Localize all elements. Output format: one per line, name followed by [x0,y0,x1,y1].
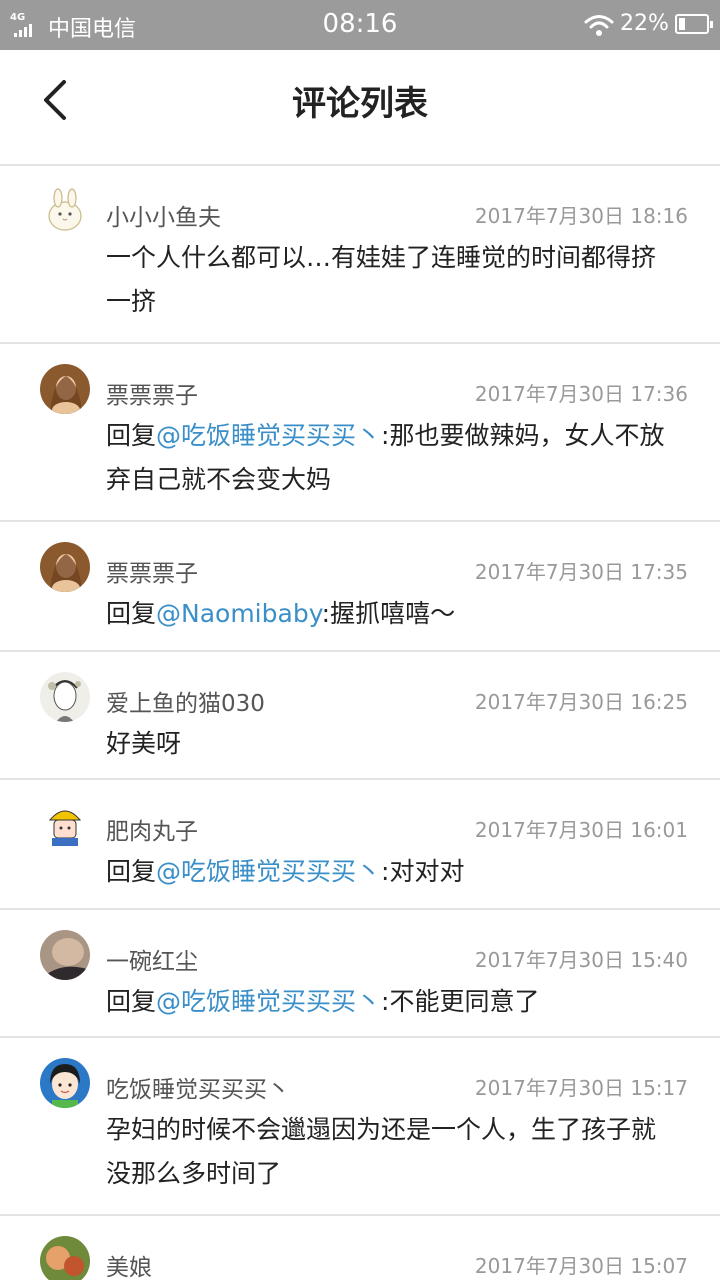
avatar[interactable] [40,672,90,722]
comment-item[interactable]: 爱上鱼的猫030 2017年7月30日 16:25 好美呀 [0,652,720,780]
comment-item[interactable]: 一碗红尘 2017年7月30日 15:40 回复@吃饭睡觉买买买丶:不能更同意了 [0,910,720,1038]
comment-content: 对对对 [389,857,465,886]
comment-content: 孕妇的时候不会邋遢因为还是一个人，生了孩子就没那么多时间了 [106,1115,657,1188]
comment-text: 孕妇的时候不会邋遢因为还是一个人，生了孩子就没那么多时间了 [106,1108,676,1196]
battery-fill [679,18,685,30]
comment-item[interactable]: 美娘 2017年7月30日 15:07 [0,1216,720,1280]
comment-text: 回复@吃饭睡觉买买买丶:对对对 [106,850,676,894]
reply-label: 回复 [106,857,157,886]
comment-author[interactable]: 票票票子 [106,376,198,410]
comment-item[interactable]: 票票票子 2017年7月30日 17:35 回复@Naomibaby:握抓嘻嘻～ [0,522,720,652]
reply-separator: : [321,599,331,628]
comment-item[interactable]: 肥肉丸子 2017年7月30日 16:01 回复@吃饭睡觉买买买丶:对对对 [0,780,720,910]
comment-time: 2017年7月30日 17:36 [474,382,688,406]
comment-item[interactable]: 吃饭睡觉买买买丶 2017年7月30日 15:17 孕妇的时候不会邋遢因为还是一… [0,1038,720,1216]
comment-text: 一个人什么都可以…有娃娃了连睡觉的时间都得挤一挤 [106,236,676,324]
reply-mention[interactable]: @Naomibaby [156,599,322,628]
comment-item[interactable]: 票票票子 2017年7月30日 17:36 回复@吃饭睡觉买买买丶:那也要做辣妈… [0,344,720,522]
avatar[interactable] [40,186,90,236]
comment-time: 2017年7月30日 15:40 [474,948,688,972]
comment-author[interactable]: 肥肉丸子 [106,812,198,846]
comment-content: 好美呀 [106,729,182,758]
avatar[interactable] [40,1058,90,1108]
comment-author[interactable]: 票票票子 [106,554,198,588]
comment-time: 2017年7月30日 18:16 [474,204,688,228]
status-bar: 4G 中国电信 08:16 22% [0,0,720,50]
comment-author[interactable]: 美娘 [106,1248,152,1280]
comment-author[interactable]: 爱上鱼的猫030 [106,684,265,718]
comment-text: 回复@Naomibaby:握抓嘻嘻～ [106,592,676,636]
avatar[interactable] [40,542,90,592]
reply-mention[interactable]: @吃饭睡觉买买买丶 [156,857,381,886]
avatar[interactable] [40,364,90,414]
reply-label: 回复 [106,421,157,450]
comment-item[interactable]: 小小小鱼夫 2017年7月30日 18:16 一个人什么都可以…有娃娃了连睡觉的… [0,166,720,344]
comment-text: 好美呀 [106,722,676,766]
reply-mention[interactable]: @吃饭睡觉买买买丶 [156,421,381,450]
header: 评论列表 [0,50,720,166]
comment-time: 2017年7月30日 16:01 [474,818,688,842]
battery-percent: 22% [620,11,669,36]
avatar[interactable] [40,1236,90,1280]
comment-content: 握抓嘻嘻～ [330,599,456,628]
page-title: 评论列表 [292,84,428,124]
comment-content: 不能更同意了 [389,987,540,1016]
reply-label: 回复 [106,599,157,628]
reply-mention[interactable]: @吃饭睡觉买买买丶 [156,987,381,1016]
battery-icon [675,14,713,34]
wifi-icon [584,15,614,36]
comment-list[interactable]: 小小小鱼夫 2017年7月30日 18:16 一个人什么都可以…有娃娃了连睡觉的… [0,166,720,1280]
avatar[interactable] [40,930,90,980]
comment-time: 2017年7月30日 17:35 [474,560,688,584]
comment-content: 一个人什么都可以…有娃娃了连睡觉的时间都得挤一挤 [106,243,657,316]
comment-text: 回复@吃饭睡觉买买买丶:那也要做辣妈，女人不放弃自己就不会变大妈 [106,414,676,502]
avatar[interactable] [40,800,90,850]
comment-time: 2017年7月30日 16:25 [474,690,688,714]
comment-text: 回复@吃饭睡觉买买买丶:不能更同意了 [106,980,676,1024]
comment-time: 2017年7月30日 15:07 [474,1254,688,1278]
comment-author[interactable]: 小小小鱼夫 [106,198,221,232]
comment-author[interactable]: 吃饭睡觉买买买丶 [106,1070,290,1104]
comment-author[interactable]: 一碗红尘 [106,942,198,976]
comment-time: 2017年7月30日 15:17 [474,1076,688,1100]
reply-label: 回复 [106,987,157,1016]
